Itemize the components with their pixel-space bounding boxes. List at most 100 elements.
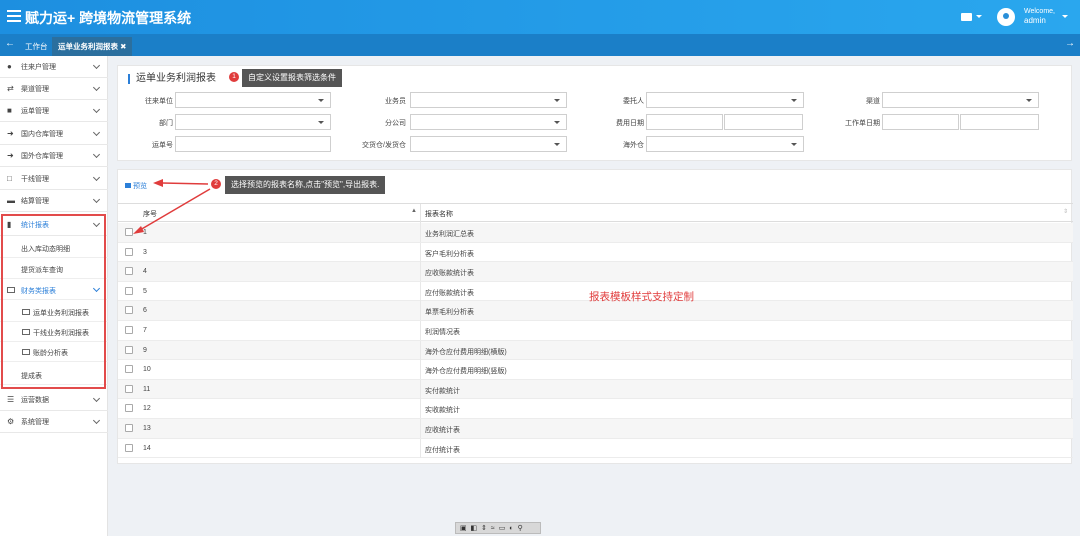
- row-index: 10: [143, 366, 151, 374]
- work-date-start[interactable]: [882, 114, 959, 130]
- sidebar-item-domestic-warehouse[interactable]: ➜ 国内仓库管理: [0, 123, 108, 145]
- sign-in-icon: ➜: [7, 129, 14, 138]
- sidebar-item-counterparty[interactable]: ● 往来户管理: [0, 56, 108, 78]
- row-checkbox[interactable]: [125, 247, 133, 256]
- row-index: 13: [143, 425, 151, 432]
- chevron-down-icon: [92, 150, 101, 159]
- row-report-name: 应付账款统计表: [425, 289, 474, 297]
- chevron-down-icon: [554, 143, 560, 146]
- chevron-down-icon: [554, 99, 560, 102]
- label-branch: 分公司: [385, 120, 406, 127]
- waybill-input[interactable]: [175, 136, 331, 152]
- preview-icon: [125, 183, 131, 188]
- chevron-down-icon: [1026, 99, 1032, 102]
- arrow-right-icon[interactable]: →: [1065, 38, 1075, 49]
- sidebar-item-trunk[interactable]: □ 干线管理: [0, 168, 108, 190]
- shuffle-icon: ⇄: [7, 84, 14, 93]
- bottom-toolbar[interactable]: ▣ ◧ ⇕ ≈ ▭ ◐ ⚲: [455, 522, 541, 534]
- label-department: 部门: [159, 120, 173, 127]
- table-row[interactable]: 4 应收账款统计表: [118, 262, 1073, 282]
- table-row[interactable]: 12 实收款统计: [118, 399, 1073, 419]
- user-menu-chevron-icon[interactable]: [1062, 15, 1068, 18]
- sidebar-item-waybill[interactable]: ■ 运单管理: [0, 100, 108, 122]
- credit-card-icon: ▬: [7, 196, 15, 205]
- annotation-callout-2: 选择预览的报表名称,点击"预览",导出报表.: [225, 176, 386, 194]
- chevron-down-icon: [92, 128, 101, 137]
- overseas-select[interactable]: [646, 136, 804, 152]
- row-report-name: 应收统计表: [425, 427, 460, 434]
- department-select[interactable]: [175, 114, 331, 130]
- custom-template-note: 报表模板样式支持定制: [589, 291, 694, 303]
- column-header-name[interactable]: 报表名称: [425, 209, 453, 219]
- chevron-down-icon: [318, 99, 324, 102]
- chevron-down-icon[interactable]: [976, 15, 982, 18]
- chevron-down-icon: [791, 143, 797, 146]
- row-checkbox[interactable]: [125, 345, 133, 354]
- annotation-badge-2: 2: [211, 179, 221, 189]
- tab-home[interactable]: 工作台: [19, 37, 54, 56]
- row-checkbox[interactable]: [125, 365, 133, 374]
- gear-icon: ⚙: [7, 417, 15, 426]
- sort-icon[interactable]: ⇕: [1063, 208, 1068, 215]
- message-icon[interactable]: [961, 13, 972, 21]
- work-date-end[interactable]: [960, 114, 1039, 130]
- row-checkbox[interactable]: [125, 326, 133, 334]
- row-report-name: 应付统计表: [425, 446, 460, 454]
- sidebar-item-operations[interactable]: ☰ 运营数据: [0, 389, 108, 411]
- row-index: 6: [143, 307, 147, 315]
- sort-asc-icon[interactable]: ▲: [411, 208, 417, 214]
- row-checkbox[interactable]: [125, 443, 133, 452]
- table-row[interactable]: 3 客户毛利分析表: [118, 242, 1073, 263]
- sidebar-item-overseas-warehouse[interactable]: ➜ 国外仓库管理: [0, 145, 108, 167]
- row-report-name: 海外仓应付费用明细(竖版): [425, 368, 507, 376]
- row-report-name: 实付款统计: [425, 387, 460, 395]
- chevron-down-icon: [92, 394, 101, 403]
- row-checkbox[interactable]: [125, 306, 133, 315]
- row-checkbox[interactable]: [125, 404, 133, 413]
- salesperson-select[interactable]: [410, 92, 567, 108]
- fee-date-end[interactable]: [724, 114, 803, 130]
- row-checkbox[interactable]: [125, 286, 133, 295]
- username[interactable]: admin: [1024, 16, 1046, 25]
- row-checkbox[interactable]: [125, 228, 133, 236]
- branch-select[interactable]: [410, 114, 567, 130]
- annotation-badge-1: 1: [229, 72, 239, 82]
- consignor-select[interactable]: [646, 92, 804, 108]
- table-row[interactable]: 13 应收统计表: [118, 419, 1073, 439]
- table-row[interactable]: 1 业务利润汇总表: [118, 223, 1073, 243]
- table-row[interactable]: 9 海外仓应付费用明细(横版): [118, 340, 1073, 361]
- row-report-name: 客户毛利分析表: [425, 250, 474, 258]
- row-checkbox[interactable]: [125, 384, 133, 393]
- sidebar-item-settlement[interactable]: ▬ 结算管理: [0, 190, 108, 212]
- counterparty-select[interactable]: [175, 92, 331, 108]
- column-header-index[interactable]: 序号: [143, 209, 157, 219]
- row-checkbox[interactable]: [125, 424, 133, 432]
- panel-title: 运单业务利润报表: [128, 74, 216, 84]
- table-row[interactable]: 11 实付款统计: [118, 379, 1073, 400]
- row-index: 14: [143, 444, 151, 452]
- menu-icon[interactable]: [7, 10, 21, 22]
- row-report-name: 实收款统计: [425, 407, 460, 415]
- channel-select[interactable]: [882, 92, 1039, 108]
- table-row[interactable]: 14 应付统计表: [118, 438, 1073, 459]
- tab-profit-report[interactable]: 运单业务利润报表 ✖: [52, 37, 133, 56]
- table-row[interactable]: 7 利润情况表: [118, 321, 1073, 341]
- users-icon: ●: [7, 62, 12, 71]
- table-row[interactable]: 6 单票毛利分析表: [118, 301, 1073, 321]
- sidebar-item-channel[interactable]: ⇄ 渠道管理: [0, 78, 108, 100]
- preview-button[interactable]: 预览: [125, 181, 147, 191]
- sign-out-icon: ➜: [7, 151, 14, 160]
- label-channel: 渠道: [866, 98, 880, 105]
- row-checkbox[interactable]: [125, 267, 133, 276]
- welcome-text: Welcome,: [1024, 8, 1055, 15]
- avatar[interactable]: [997, 8, 1015, 26]
- chevron-down-icon: [554, 121, 560, 124]
- row-report-name: 业务利润汇总表: [425, 231, 474, 238]
- fee-date-start[interactable]: [646, 114, 723, 130]
- label-salesperson: 业务员: [385, 98, 406, 105]
- label-fee-date: 费用日期: [616, 120, 644, 127]
- table-row[interactable]: 10 海外仓应付费用明细(竖版): [118, 360, 1073, 380]
- arrow-left-icon[interactable]: ←: [5, 38, 15, 49]
- warehouse-select[interactable]: [410, 136, 567, 152]
- sidebar-item-system[interactable]: ⚙ 系统管理: [0, 411, 108, 433]
